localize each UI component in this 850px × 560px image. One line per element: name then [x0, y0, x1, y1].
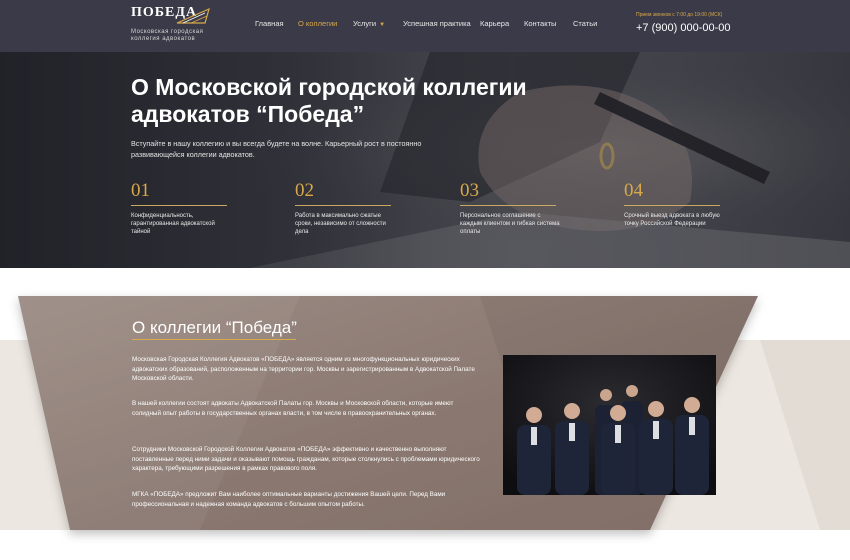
about-paragraph: МГКА «ПОБЕДА» предложит Вам наиболее опт… [132, 491, 446, 508]
team-photo [503, 355, 716, 495]
section-title: О коллегии “Победа” [132, 318, 297, 337]
about-paragraph: Сотрудники Московской Городской Коллегии… [132, 446, 480, 472]
about-paragraph: Московская Городская Коллегия Адвокатов … [132, 356, 475, 382]
about-card [18, 296, 850, 530]
about-paragraph: В нашей коллегии состоят адвокаты Адвока… [132, 400, 454, 417]
team-photo-image [503, 355, 716, 495]
title-underline [132, 339, 296, 340]
